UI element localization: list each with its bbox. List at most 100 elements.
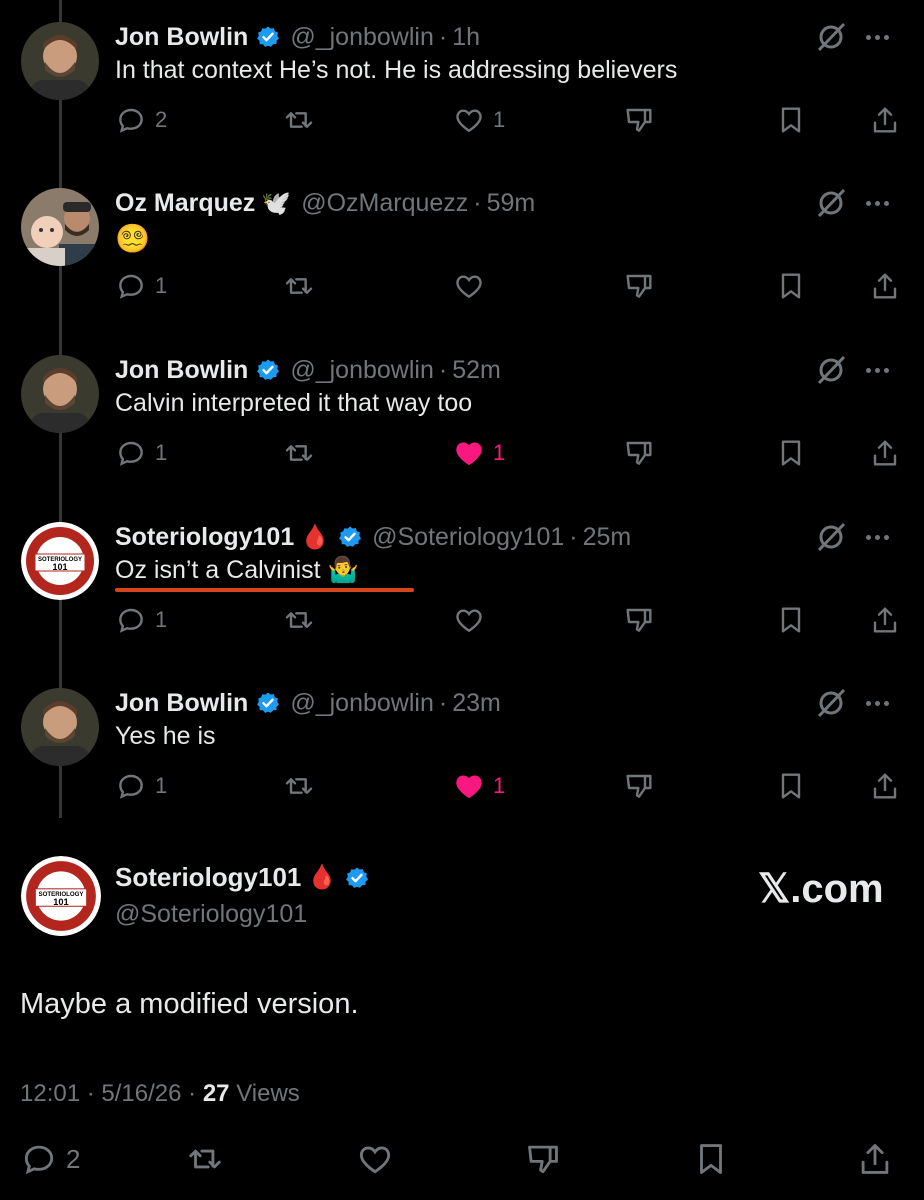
tweet-text: Oz isn’t a Calvinist 🤷‍♂️ [115, 556, 359, 584]
retweet-button[interactable] [186, 1140, 224, 1178]
dislike-button[interactable] [623, 437, 655, 469]
share-button[interactable] [869, 270, 901, 302]
share-icon [861, 1144, 889, 1174]
reply-icon [119, 274, 143, 299]
bookmark-button[interactable] [775, 437, 807, 469]
author-handle[interactable]: @OzMarquezz [301, 189, 468, 218]
author-name[interactable]: Soteriology101 [115, 523, 294, 552]
like-button[interactable]: 1 [453, 104, 505, 136]
tweet-meta: 12:01 · 5/16/26 · 27 Views [20, 1080, 300, 1108]
like-button[interactable] [453, 270, 485, 302]
tweet-header: Oz Marquez 🕊️ @OzMarquezz · 59m [115, 186, 535, 220]
tweet-time[interactable]: 52m [452, 356, 501, 385]
like-button[interactable] [356, 1140, 394, 1178]
reply-tweet[interactable]: Jon Bowlin @_jonbowlin · 52m Calvin inte… [0, 333, 924, 499]
separator-dot: · [438, 688, 448, 717]
avatar[interactable] [21, 355, 99, 433]
like-button[interactable]: 1 [453, 437, 505, 469]
reply-count: 1 [155, 773, 168, 798]
dislike-button[interactable] [623, 104, 655, 136]
share-button[interactable] [856, 1140, 894, 1178]
author-name[interactable]: Jon Bowlin [115, 23, 248, 52]
avatar[interactable] [21, 22, 99, 100]
bookmark-button[interactable] [692, 1140, 730, 1178]
share-button[interactable] [869, 104, 901, 136]
dislike-icon [626, 774, 652, 798]
retweet-icon [189, 1149, 221, 1169]
avatar[interactable]: SOTERIOLOGY 101 [21, 522, 99, 600]
grok-icon[interactable] [814, 686, 848, 720]
reply-icon [119, 108, 143, 133]
separator-dot: · [86, 1080, 95, 1107]
reply-button[interactable]: 1 [115, 270, 167, 302]
reply-count: 1 [155, 440, 168, 465]
more-icon[interactable] [866, 520, 902, 554]
more-icon[interactable] [866, 186, 902, 220]
dislike-button[interactable] [623, 270, 655, 302]
bookmark-button[interactable] [775, 604, 807, 636]
share-button[interactable] [869, 437, 901, 469]
bookmark-button[interactable] [775, 770, 807, 802]
tweet-date[interactable]: 5/16/26 [101, 1080, 181, 1107]
author-handle[interactable]: @Soteriology101 [372, 523, 564, 552]
retweet-button[interactable] [283, 604, 315, 636]
tweet-time[interactable]: 59m [487, 189, 536, 218]
retweet-button[interactable] [283, 437, 315, 469]
author-name[interactable]: Jon Bowlin [115, 689, 248, 718]
author-name[interactable]: Oz Marquez [115, 189, 255, 218]
author-handle[interactable]: @_jonbowlin [290, 689, 434, 718]
author-name[interactable]: Soteriology101 [115, 862, 301, 893]
reply-button[interactable]: 1 [115, 437, 167, 469]
dislike-button[interactable] [623, 770, 655, 802]
bookmark-button[interactable] [775, 270, 807, 302]
reply-tweet[interactable]: Jon Bowlin @_jonbowlin · 1h In that cont… [0, 0, 924, 166]
reply-button[interactable]: 2 [115, 104, 167, 136]
tweet-actions: 1 [115, 604, 905, 644]
author-handle[interactable]: @_jonbowlin [290, 23, 434, 52]
like-icon [456, 275, 482, 299]
tweet-time[interactable]: 12:01 [20, 1080, 80, 1107]
tweet-time[interactable]: 23m [452, 689, 501, 718]
tweet-actions: 2 1 [115, 104, 905, 144]
retweet-button[interactable] [283, 770, 315, 802]
dislike-button[interactable] [524, 1140, 562, 1178]
share-icon [873, 107, 897, 133]
reply-button[interactable]: 1 [115, 604, 167, 636]
reply-tweet[interactable]: Oz Marquez 🕊️ @OzMarquezz · 59m 😵‍💫 1 [0, 166, 924, 332]
reply-tweet[interactable]: SOTERIOLOGY 101 Soteriology101 🩸 @Soterio… [0, 500, 924, 666]
views-count[interactable]: 27 [203, 1080, 230, 1107]
avatar[interactable] [21, 688, 99, 766]
reply-count: 1 [155, 607, 168, 632]
more-icon[interactable] [866, 686, 902, 720]
reply-button[interactable]: 2 [20, 1140, 80, 1178]
retweet-button[interactable] [283, 104, 315, 136]
share-button[interactable] [869, 604, 901, 636]
avatar[interactable] [21, 188, 99, 266]
share-button[interactable] [869, 770, 901, 802]
grok-icon[interactable] [814, 353, 848, 387]
reply-icon [24, 1145, 54, 1175]
more-icon[interactable] [866, 20, 902, 54]
bookmark-button[interactable] [775, 104, 807, 136]
like-button[interactable] [453, 604, 485, 636]
author-handle[interactable]: @Soteriology101 [115, 900, 307, 929]
avatar[interactable]: SOTERIOLOGY 101 [21, 856, 101, 936]
tweet-text: 😵‍💫 [115, 223, 150, 254]
grok-icon[interactable] [814, 520, 848, 554]
like-button[interactable]: 1 [453, 770, 505, 802]
retweet-button[interactable] [283, 270, 315, 302]
dislike-button[interactable] [623, 604, 655, 636]
author-name[interactable]: Jon Bowlin [115, 356, 248, 385]
grok-icon[interactable] [814, 186, 848, 220]
separator-dot: · [438, 22, 448, 51]
tweet-header: Soteriology101 🩸 @Soteriology101 · 25m [115, 520, 631, 554]
reply-count: 1 [155, 273, 168, 298]
reply-tweet[interactable]: Jon Bowlin @_jonbowlin · 23m Yes he is 1… [0, 666, 924, 832]
tweet-text: Calvin interpreted it that way too [115, 389, 473, 417]
more-icon[interactable] [866, 353, 902, 387]
author-handle[interactable]: @_jonbowlin [290, 356, 434, 385]
reply-button[interactable]: 1 [115, 770, 167, 802]
tweet-time[interactable]: 25m [583, 523, 632, 552]
tweet-time[interactable]: 1h [452, 23, 480, 52]
grok-icon[interactable] [814, 20, 848, 54]
